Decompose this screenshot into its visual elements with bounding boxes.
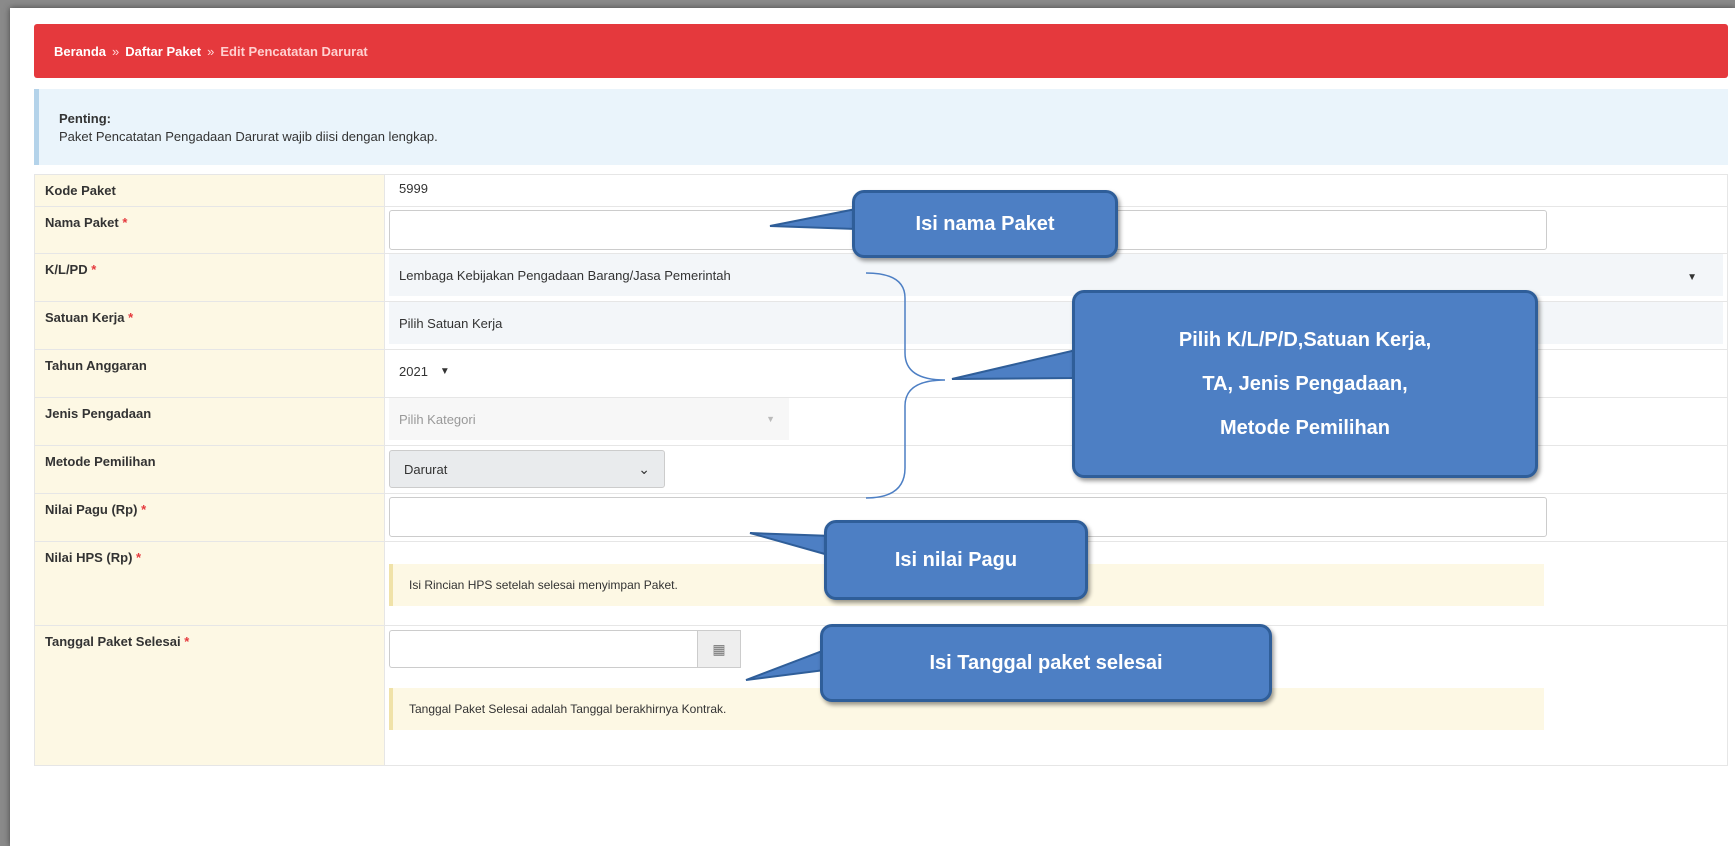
chevron-down-icon: ⌄: [638, 460, 650, 477]
tahun-value: 2021: [399, 363, 428, 379]
kode-paket-label: Kode Paket: [34, 174, 385, 207]
pagu-label: Nilai Pagu (Rp) *: [34, 493, 385, 542]
breadcrumb-separator: »: [207, 43, 215, 59]
callout-nama: Isi nama Paket: [852, 190, 1118, 258]
metode-label: Metode Pemilihan: [34, 445, 385, 494]
callout-pilih-line2: TA, Jenis Pengadaan,: [1202, 373, 1408, 395]
jenis-select[interactable]: Pilih Kategori ▼: [389, 398, 789, 440]
caret-down-icon: ▼: [439, 365, 450, 377]
satker-label: Satuan Kerja *: [34, 301, 385, 350]
jenis-placeholder: Pilih Kategori: [399, 411, 476, 427]
jenis-label: Jenis Pengadaan: [34, 397, 385, 446]
caret-down-icon: ▼: [1687, 272, 1697, 283]
breadcrumb: Beranda » Daftar Paket » Edit Pencatatan…: [34, 24, 1728, 78]
klpd-label: K/L/PD *: [34, 253, 385, 302]
breadcrumb-current: Edit Pencatatan Darurat: [220, 43, 368, 59]
callout-pilih-line3: Metode Pemilihan: [1219, 417, 1391, 439]
callout-pagu: Isi nilai Pagu: [824, 520, 1088, 600]
metode-value: Darurat: [404, 461, 448, 477]
callout-pilih: Pilih K/L/P/D,Satuan Kerja, TA, Jenis Pe…: [1072, 290, 1538, 478]
klpd-selected-value: Lembaga Kebijakan Pengadaan Barang/Jasa …: [399, 267, 731, 283]
alert-text: Paket Pencatatan Pengadaan Darurat wajib…: [59, 129, 438, 144]
callout-tanggal: Isi Tanggal paket selesai: [820, 624, 1272, 702]
metode-select[interactable]: Darurat ⌄: [389, 450, 665, 488]
calendar-icon[interactable]: ▦: [697, 630, 741, 668]
alert-title: Penting:: [59, 111, 111, 126]
info-alert: Penting: Paket Pencatatan Pengadaan Daru…: [34, 89, 1728, 165]
caret-down-icon: ▼: [766, 414, 775, 424]
nama-paket-label: Nama Paket *: [34, 206, 385, 254]
breadcrumb-home[interactable]: Beranda: [54, 44, 106, 59]
hps-label: Nilai HPS (Rp) *: [34, 541, 385, 626]
satker-placeholder: Pilih Satuan Kerja: [399, 315, 503, 331]
tahun-label: Tahun Anggaran: [34, 349, 385, 398]
tanggal-label: Tanggal Paket Selesai *: [34, 625, 385, 766]
page-frame: Beranda » Daftar Paket » Edit Pencatatan…: [10, 8, 1735, 846]
callout-pilih-line1: Pilih K/L/P/D,Satuan Kerja,: [1178, 329, 1432, 351]
breadcrumb-separator: »: [112, 43, 120, 59]
breadcrumb-list[interactable]: Daftar Paket: [125, 44, 201, 59]
tanggal-input[interactable]: [389, 630, 697, 668]
